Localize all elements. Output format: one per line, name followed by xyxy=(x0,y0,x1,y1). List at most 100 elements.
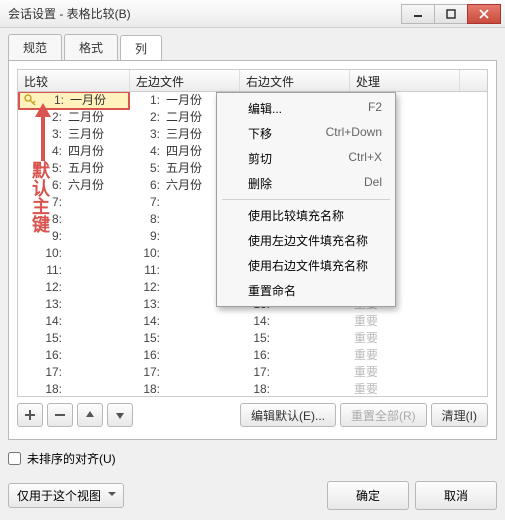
cell-compare[interactable]: 14: xyxy=(18,313,130,330)
menu-label: 使用右边文件填充名称 xyxy=(248,257,368,274)
tab-spec[interactable]: 规范 xyxy=(8,34,62,60)
unsorted-align-input[interactable] xyxy=(8,452,21,465)
key-icon xyxy=(22,177,36,194)
cell-compare[interactable]: 7: xyxy=(18,194,130,211)
cell-compare[interactable]: 1:一月份 xyxy=(18,92,130,110)
cell-right[interactable]: 16: xyxy=(240,347,350,364)
key-icon xyxy=(22,262,36,279)
table-row[interactable]: 14:14:14:重要 xyxy=(18,313,487,330)
table-row[interactable]: 15:15:15:重要 xyxy=(18,330,487,347)
cell-right[interactable]: 15: xyxy=(240,330,350,347)
key-icon xyxy=(22,313,36,330)
edit-default-button[interactable]: 编辑默认(E)... xyxy=(240,403,336,427)
cell-compare[interactable]: 4:四月份 xyxy=(18,143,130,160)
key-icon xyxy=(22,228,36,245)
cell-left[interactable]: 17: xyxy=(130,364,240,381)
reset-all-button[interactable]: 重置全部(R) xyxy=(340,403,427,427)
menu-label: 下移 xyxy=(248,125,272,142)
cell-handling[interactable]: 重要 xyxy=(350,364,460,381)
key-icon xyxy=(22,296,36,313)
key-icon xyxy=(22,347,36,364)
cell-right[interactable]: 17: xyxy=(240,364,350,381)
cell-compare[interactable]: 9: xyxy=(18,228,130,245)
cell-compare[interactable]: 17: xyxy=(18,364,130,381)
cell-handling[interactable]: 重要 xyxy=(350,381,460,397)
cell-right[interactable]: 14: xyxy=(240,313,350,330)
col-right-file[interactable]: 右边文件 xyxy=(240,70,350,91)
cell-compare[interactable]: 18: xyxy=(18,381,130,397)
menu-item[interactable]: 使用左边文件填充名称 xyxy=(220,228,392,253)
cell-compare[interactable]: 2:二月份 xyxy=(18,109,130,126)
menu-separator xyxy=(222,199,390,200)
key-icon xyxy=(22,194,36,211)
menu-shortcut: Del xyxy=(364,175,382,192)
key-icon xyxy=(22,364,36,381)
menu-shortcut: F2 xyxy=(368,100,382,117)
ok-button[interactable]: 确定 xyxy=(327,481,409,510)
key-icon xyxy=(22,211,36,228)
cell-compare[interactable]: 3:三月份 xyxy=(18,126,130,143)
scope-select[interactable]: 仅用于这个视图 xyxy=(8,483,124,508)
cell-handling[interactable]: 重要 xyxy=(350,313,460,330)
cell-compare[interactable]: 12: xyxy=(18,279,130,296)
cell-handling[interactable]: 重要 xyxy=(350,347,460,364)
remove-button[interactable] xyxy=(47,403,73,427)
menu-item[interactable]: 使用比较填充名称 xyxy=(220,203,392,228)
cell-compare[interactable]: 16: xyxy=(18,347,130,364)
unsorted-align-checkbox[interactable]: 未排序的对齐(U) xyxy=(8,450,497,467)
menu-label: 编辑... xyxy=(248,100,282,117)
table-row[interactable]: 17:17:17:重要 xyxy=(18,364,487,381)
menu-label: 使用比较填充名称 xyxy=(248,207,344,224)
tabs: 规范 格式 列 xyxy=(0,28,505,60)
cell-handling[interactable]: 重要 xyxy=(350,330,460,347)
menu-label: 使用左边文件填充名称 xyxy=(248,232,368,249)
table-row[interactable]: 16:16:16:重要 xyxy=(18,347,487,364)
menu-item[interactable]: 使用右边文件填充名称 xyxy=(220,253,392,278)
grid-header: 比较 左边文件 右边文件 处理 xyxy=(18,70,487,92)
menu-item[interactable]: 剪切Ctrl+X xyxy=(220,146,392,171)
context-menu: 编辑... F2 下移 Ctrl+Down 剪切Ctrl+X 删除 Del 使用比较填充名称使… xyxy=(216,92,396,307)
key-icon xyxy=(22,245,36,262)
key-icon xyxy=(22,381,36,397)
move-up-button[interactable] xyxy=(77,403,103,427)
cell-compare[interactable]: 5:五月份 xyxy=(18,160,130,177)
dialog-bottom: 未排序的对齐(U) 仅用于这个视图 确定 取消 xyxy=(0,440,505,520)
key-icon xyxy=(22,143,36,160)
move-down-button[interactable] xyxy=(107,403,133,427)
close-button[interactable] xyxy=(467,4,501,24)
maximize-button[interactable] xyxy=(434,4,468,24)
key-icon xyxy=(22,279,36,296)
cell-left[interactable]: 16: xyxy=(130,347,240,364)
key-icon xyxy=(22,109,36,126)
add-button[interactable] xyxy=(17,403,43,427)
clear-button[interactable]: 清理(I) xyxy=(431,403,488,427)
cell-left[interactable]: 14: xyxy=(130,313,240,330)
menu-item[interactable]: 编辑... F2 xyxy=(220,96,392,121)
cell-compare[interactable]: 11: xyxy=(18,262,130,279)
cell-left[interactable]: 15: xyxy=(130,330,240,347)
tab-format[interactable]: 格式 xyxy=(64,34,118,60)
menu-item[interactable]: 下移 Ctrl+Down xyxy=(220,121,392,146)
tab-columns[interactable]: 列 xyxy=(120,35,162,61)
cancel-button[interactable]: 取消 xyxy=(415,481,497,510)
cell-compare[interactable]: 8: xyxy=(18,211,130,228)
cell-compare[interactable]: 15: xyxy=(18,330,130,347)
cell-left[interactable]: 18: xyxy=(130,381,240,397)
table-row[interactable]: 18:18:18:重要 xyxy=(18,381,487,397)
col-compare[interactable]: 比较 xyxy=(18,70,130,91)
unsorted-align-label: 未排序的对齐(U) xyxy=(27,450,116,467)
cell-compare[interactable]: 6:六月份 xyxy=(18,177,130,194)
cell-compare[interactable]: 10: xyxy=(18,245,130,262)
key-icon xyxy=(22,160,36,177)
key-icon xyxy=(22,126,36,143)
menu-label: 删除 xyxy=(248,175,272,192)
col-handling[interactable]: 处理 xyxy=(350,70,460,91)
minimize-button[interactable] xyxy=(401,4,435,24)
col-left-file[interactable]: 左边文件 xyxy=(130,70,240,91)
menu-item[interactable]: 删除 Del xyxy=(220,171,392,196)
cell-right[interactable]: 18: xyxy=(240,381,350,397)
window-title: 会话设置 - 表格比较(B) xyxy=(4,5,402,22)
menu-shortcut: Ctrl+Down xyxy=(326,125,382,142)
menu-item[interactable]: 重置命名 xyxy=(220,278,392,303)
cell-compare[interactable]: 13: xyxy=(18,296,130,313)
